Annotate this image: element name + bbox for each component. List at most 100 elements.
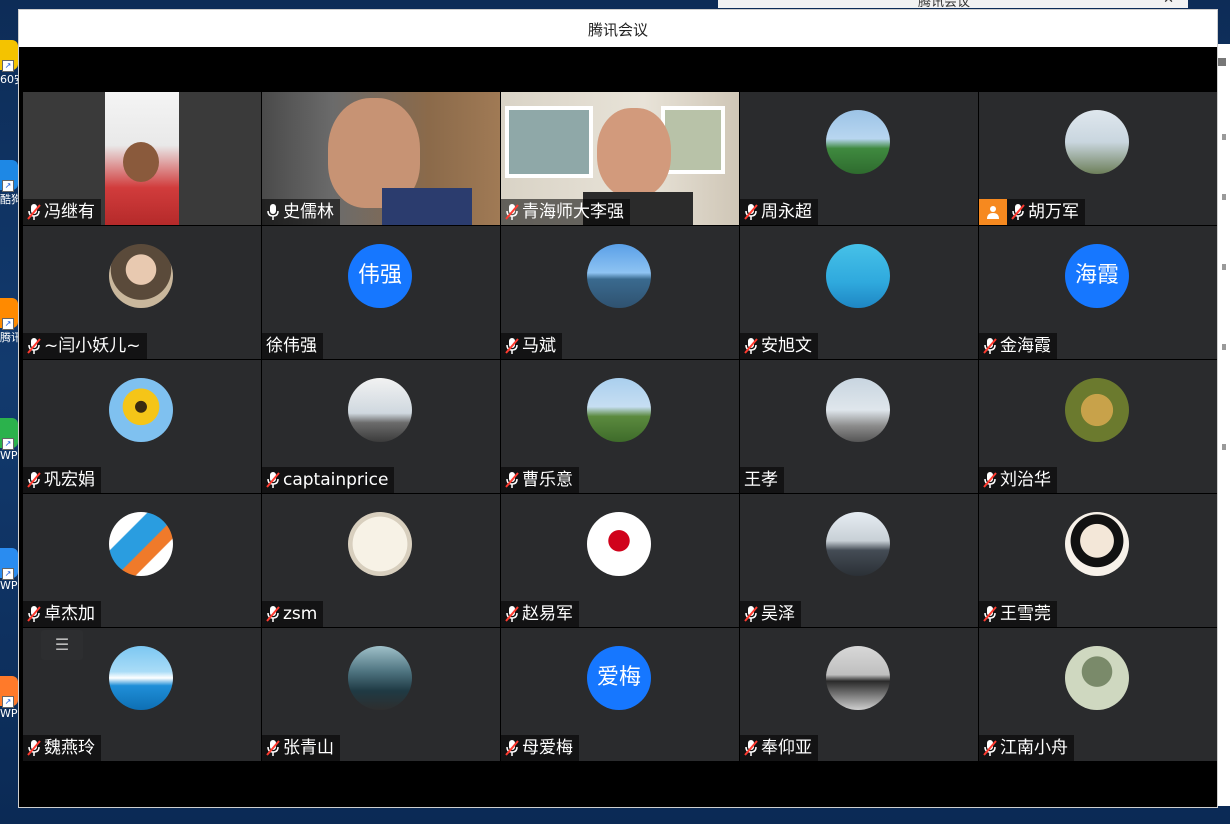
avatar: [826, 512, 890, 576]
desktop-shortcut-icon[interactable]: ↗ WP: [0, 676, 20, 720]
participant-tile[interactable]: 张青山: [262, 628, 500, 761]
mic-muted-icon: [27, 605, 41, 623]
participant-tile[interactable]: 王雪莞: [979, 494, 1217, 627]
participant-tile[interactable]: 史儒林: [262, 92, 500, 225]
mic-muted-icon: [266, 471, 280, 489]
mic-muted-icon: [27, 337, 41, 355]
participant-tile[interactable]: 冯继有: [23, 92, 261, 225]
name-label: 安旭文: [740, 333, 818, 359]
list-toggle-icon[interactable]: ☰: [41, 630, 83, 660]
mic-muted-icon: [744, 605, 758, 623]
mic-muted-icon: [27, 471, 41, 489]
name-label: 奉仰亚: [740, 735, 818, 761]
participant-tile[interactable]: 安旭文: [740, 226, 978, 359]
name-label: 赵易军: [501, 601, 579, 627]
avatar: 海霞: [1065, 244, 1129, 308]
participant-tile[interactable]: captainprice: [262, 360, 500, 493]
name-label: 卓杰加: [23, 601, 101, 627]
participant-name: 冯继有: [44, 202, 95, 222]
meeting-window: 腾讯会议 冯继有 史儒林 青海师大李强 周永超 胡万军 ~闫小妖儿~ 伟强 徐伟强马斌 安旭文 海…: [18, 9, 1218, 808]
name-label: zsm: [262, 601, 324, 627]
host-icon: [979, 199, 1007, 225]
participant-name: 卓杰加: [44, 604, 95, 624]
name-label: 曹乐意: [501, 467, 579, 493]
participant-tile[interactable]: 奉仰亚: [740, 628, 978, 761]
mic-muted-icon: [744, 203, 758, 221]
participant-tile[interactable]: 胡万军: [979, 92, 1217, 225]
avatar: [826, 646, 890, 710]
participant-name: 母爱梅: [522, 738, 573, 758]
participant-tile[interactable]: 卓杰加: [23, 494, 261, 627]
mic-muted-icon: [266, 605, 280, 623]
participant-tile[interactable]: 曹乐意: [501, 360, 739, 493]
name-label: 刘治华: [979, 467, 1057, 493]
mic-muted-icon: [27, 739, 41, 757]
mic-muted-icon: [983, 471, 997, 489]
window-title: 腾讯会议: [587, 21, 648, 39]
mic-muted-icon: [505, 203, 519, 221]
name-label: 史儒林: [262, 199, 340, 225]
avatar: 爱梅: [587, 646, 651, 710]
participant-tile[interactable]: 吴泽: [740, 494, 978, 627]
participant-name: 安旭文: [761, 336, 812, 356]
desktop-shortcut-label: 酷狗: [0, 193, 20, 206]
participant-name: 曹乐意: [522, 470, 573, 490]
participant-tile[interactable]: ~闫小妖儿~: [23, 226, 261, 359]
avatar: [348, 378, 412, 442]
background-window: 腾讯会议 ✕: [718, 0, 1188, 10]
participant-name: 刘治华: [1000, 470, 1051, 490]
avatar: [826, 110, 890, 174]
avatar: [109, 646, 173, 710]
name-label: 冯继有: [23, 199, 101, 225]
avatar: [1065, 646, 1129, 710]
desktop-shortcut-label: WP: [0, 707, 18, 720]
participant-name: 周永超: [761, 202, 812, 222]
mic-muted-icon: [744, 739, 758, 757]
avatar: [1065, 110, 1129, 174]
mic-muted-icon: [27, 203, 41, 221]
desktop-shortcut-icon[interactable]: ↗ 酷狗: [0, 160, 20, 206]
participant-tile[interactable]: 青海师大李强: [501, 92, 739, 225]
name-label: 魏燕玲: [23, 735, 101, 761]
name-label: captainprice: [262, 467, 395, 493]
participant-name: 马斌: [522, 336, 556, 356]
participant-name: 青海师大李强: [522, 202, 624, 222]
desktop-shortcut-icon[interactable]: ↗ WP: [0, 548, 20, 592]
participant-name: 魏燕玲: [44, 738, 95, 758]
participant-tile[interactable]: 马斌: [501, 226, 739, 359]
avatar: [1065, 378, 1129, 442]
desktop-shortcut-icon[interactable]: ↗ WP: [0, 418, 20, 462]
name-label: 王雪莞: [979, 601, 1057, 627]
participant-tile[interactable]: zsm: [262, 494, 500, 627]
participant-name: 王孝: [744, 470, 778, 490]
participant-name: 巩宏娟: [44, 470, 95, 490]
participant-tile[interactable]: 刘治华: [979, 360, 1217, 493]
participant-tile[interactable]: 江南小舟: [979, 628, 1217, 761]
avatar: [348, 646, 412, 710]
participant-tile[interactable]: 爱梅母爱梅: [501, 628, 739, 761]
name-label: 马斌: [501, 333, 562, 359]
name-label: 王孝: [740, 467, 784, 493]
participant-tile[interactable]: 赵易军: [501, 494, 739, 627]
participant-tile[interactable]: 王孝: [740, 360, 978, 493]
panel-icon[interactable]: [1218, 58, 1226, 66]
name-label: 江南小舟: [979, 735, 1074, 761]
avatar: [587, 244, 651, 308]
participant-grid: 冯继有 史儒林 青海师大李强 周永超 胡万军 ~闫小妖儿~ 伟强 徐伟强马斌 安旭文 海霞金海霞巩…: [23, 92, 1217, 763]
title-bar[interactable]: 腾讯会议: [19, 10, 1217, 47]
desktop-shortcut-icon[interactable]: ↗ 60安: [0, 40, 20, 86]
participant-tile[interactable]: 伟强 徐伟强: [262, 226, 500, 359]
desktop-shortcut-label: 腾讯: [0, 331, 20, 344]
close-icon[interactable]: ✕: [1163, 0, 1174, 7]
participant-name: 金海霞: [1000, 336, 1051, 356]
participant-tile[interactable]: 周永超: [740, 92, 978, 225]
participant-name: 江南小舟: [1000, 738, 1068, 758]
participant-tile[interactable]: 海霞金海霞: [979, 226, 1217, 359]
participant-name: 史儒林: [283, 202, 334, 222]
mic-muted-icon: [505, 605, 519, 623]
desktop-shortcut-label: 60安: [0, 73, 20, 86]
name-label: ~闫小妖儿~: [23, 333, 147, 359]
participant-tile[interactable]: 巩宏娟: [23, 360, 261, 493]
desktop-shortcut-icon[interactable]: ↗ 腾讯: [0, 298, 20, 344]
participant-name: 胡万军: [1028, 202, 1079, 222]
